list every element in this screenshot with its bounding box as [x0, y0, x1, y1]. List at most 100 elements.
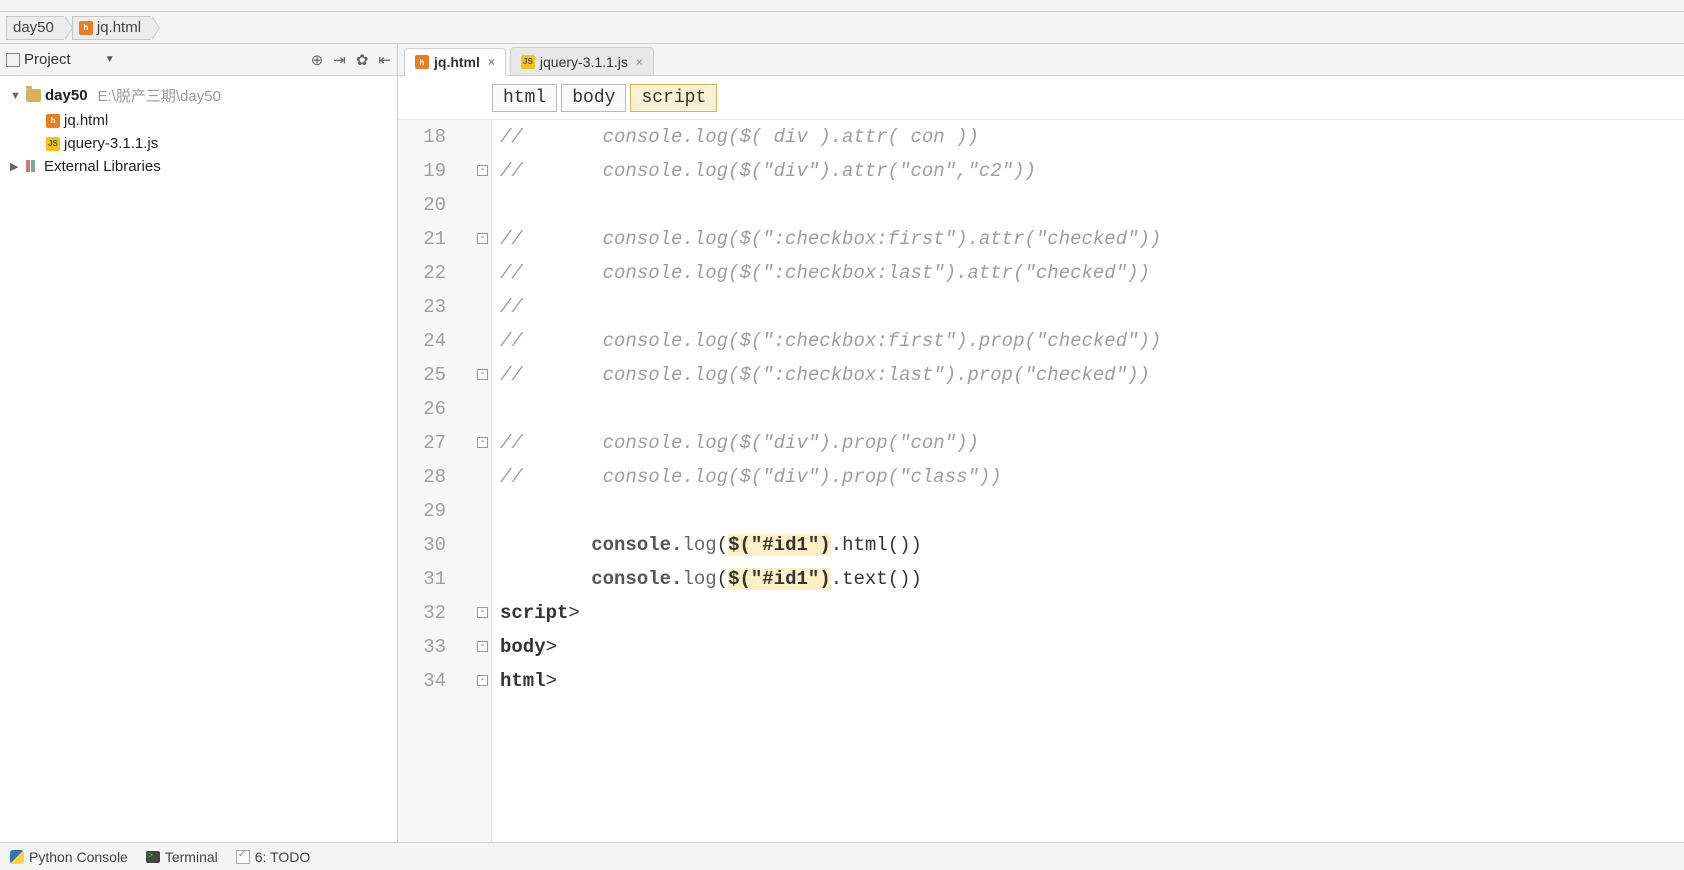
editor-tabs: h jq.html × JS jquery-3.1.1.js × [398, 44, 1684, 76]
main-toolbar [0, 0, 1684, 12]
project-panel: Project ▼ ⊕ ⇥ ✿ ⇤ ▼ day50 E:\脱产三期\day50 … [0, 44, 398, 842]
code-line[interactable]: // console.log($("div").prop("con")) [500, 426, 1684, 460]
tree-file-jquery[interactable]: JS jquery-3.1.1.js [6, 132, 391, 155]
tab-jquery-js[interactable]: JS jquery-3.1.1.js × [510, 47, 654, 75]
line-number: 19 [398, 154, 446, 188]
project-view-icon [6, 53, 20, 67]
code-line[interactable]: // console.log($(":checkbox:first").prop… [500, 324, 1684, 358]
line-number: 28 [398, 460, 446, 494]
code-line[interactable]: body> [500, 630, 1684, 664]
todo-icon [236, 850, 250, 864]
project-title-label: Project [24, 51, 71, 68]
code-line[interactable]: // console.log($(":checkbox:last").attr(… [500, 256, 1684, 290]
code-line[interactable]: // [500, 290, 1684, 324]
library-icon [26, 160, 40, 174]
breadcrumb-root-label: day50 [13, 19, 54, 36]
code-line[interactable]: // console.log($("div").attr("con","c2")… [500, 154, 1684, 188]
folder-icon [26, 89, 41, 102]
tree-file-label: jq.html [64, 112, 108, 129]
fold-toggle[interactable]: - [477, 641, 488, 652]
line-number: 22 [398, 256, 446, 290]
project-tree: ▼ day50 E:\脱产三期\day50 h jq.html JS jquer… [0, 76, 397, 184]
terminal-icon [146, 851, 160, 863]
tree-external-label: External Libraries [44, 158, 161, 175]
html-file-icon: h [46, 114, 60, 128]
python-console-tab[interactable]: Python Console [10, 849, 128, 865]
code-editor[interactable]: - - - - - - - 18192021222324252627282930313233… [398, 120, 1684, 842]
js-file-icon: JS [46, 137, 60, 151]
collapse-icon[interactable]: ⇥ [333, 51, 346, 69]
tab-label: jquery-3.1.1.js [540, 54, 628, 70]
code-line[interactable]: // console.log($( div ).attr( con )) [500, 120, 1684, 154]
tree-root-name: day50 [45, 87, 88, 104]
html-file-icon: h [79, 21, 93, 35]
fold-toggle[interactable]: - [477, 675, 488, 686]
code-line[interactable]: // console.log($(":checkbox:last").prop(… [500, 358, 1684, 392]
code-line[interactable] [500, 392, 1684, 426]
code-line[interactable]: html> [500, 664, 1684, 698]
breadcrumb-file[interactable]: h jq.html [72, 16, 151, 40]
fold-toggle[interactable]: - [477, 165, 488, 176]
chevron-down-icon: ▼ [10, 90, 22, 102]
terminal-tab[interactable]: Terminal [146, 849, 218, 865]
fold-toggle[interactable]: - [477, 437, 488, 448]
code-line[interactable] [500, 188, 1684, 222]
fold-toggle[interactable]: - [477, 607, 488, 618]
tab-label: jq.html [434, 54, 480, 70]
bottom-tool-bar: Python Console Terminal 6: TODO [0, 842, 1684, 870]
tree-root-path: E:\脱产三期\day50 [98, 85, 221, 106]
line-number: 32 [398, 596, 446, 630]
todo-tab[interactable]: 6: TODO [236, 849, 311, 865]
nav-crumb-html[interactable]: html [492, 84, 557, 112]
fold-toggle[interactable]: - [477, 369, 488, 380]
line-gutter: - - - - - - - 18192021222324252627282930313233… [398, 120, 492, 842]
tree-external-libs[interactable]: ▶ External Libraries [6, 155, 391, 178]
html-file-icon: h [415, 55, 429, 69]
project-panel-header: Project ▼ ⊕ ⇥ ✿ ⇤ [0, 44, 397, 76]
line-number: 27 [398, 426, 446, 460]
python-icon [10, 850, 24, 864]
tree-root[interactable]: ▼ day50 E:\脱产三期\day50 [6, 82, 391, 109]
line-number: 20 [398, 188, 446, 222]
chevron-down-icon[interactable]: ▼ [105, 54, 115, 65]
target-icon[interactable]: ⊕ [311, 51, 324, 69]
code-line[interactable]: console.log($("#id1").text()) [500, 562, 1684, 596]
close-icon[interactable]: × [636, 55, 643, 69]
code-content[interactable]: // console.log($( div ).attr( con ))// c… [492, 120, 1684, 842]
tab-jq-html[interactable]: h jq.html × [404, 48, 506, 76]
nav-crumb-script[interactable]: script [630, 84, 717, 112]
line-number: 34 [398, 664, 446, 698]
breadcrumb-root[interactable]: day50 [6, 16, 64, 40]
line-number: 23 [398, 290, 446, 324]
line-number: 18 [398, 120, 446, 154]
terminal-label: Terminal [165, 849, 218, 865]
line-number: 21 [398, 222, 446, 256]
todo-label: 6: TODO [255, 849, 311, 865]
code-line[interactable]: script> [500, 596, 1684, 630]
tree-file-label: jquery-3.1.1.js [64, 135, 158, 152]
nav-crumb-body[interactable]: body [561, 84, 626, 112]
gear-icon[interactable]: ✿ [356, 51, 369, 69]
python-console-label: Python Console [29, 849, 128, 865]
code-line[interactable]: console.log($("#id1").html()) [500, 528, 1684, 562]
line-number: 24 [398, 324, 446, 358]
line-number: 25 [398, 358, 446, 392]
editor-area: h jq.html × JS jquery-3.1.1.js × html bo… [398, 44, 1684, 842]
line-number: 33 [398, 630, 446, 664]
fold-toggle[interactable]: - [477, 233, 488, 244]
js-file-icon: JS [521, 55, 535, 69]
line-number: 31 [398, 562, 446, 596]
line-number: 26 [398, 392, 446, 426]
line-number: 30 [398, 528, 446, 562]
hide-icon[interactable]: ⇤ [378, 51, 391, 69]
code-line[interactable]: // console.log($(":checkbox:first").attr… [500, 222, 1684, 256]
code-line[interactable]: // console.log($("div").prop("class")) [500, 460, 1684, 494]
breadcrumb-file-label: jq.html [97, 19, 141, 36]
close-icon[interactable]: × [488, 55, 495, 69]
chevron-right-icon: ▶ [10, 160, 22, 173]
line-number: 29 [398, 494, 446, 528]
breadcrumb: day50 h jq.html [0, 12, 1684, 44]
code-line[interactable] [500, 494, 1684, 528]
editor-breadcrumb: html body script [398, 76, 1684, 120]
tree-file-jq[interactable]: h jq.html [6, 109, 391, 132]
